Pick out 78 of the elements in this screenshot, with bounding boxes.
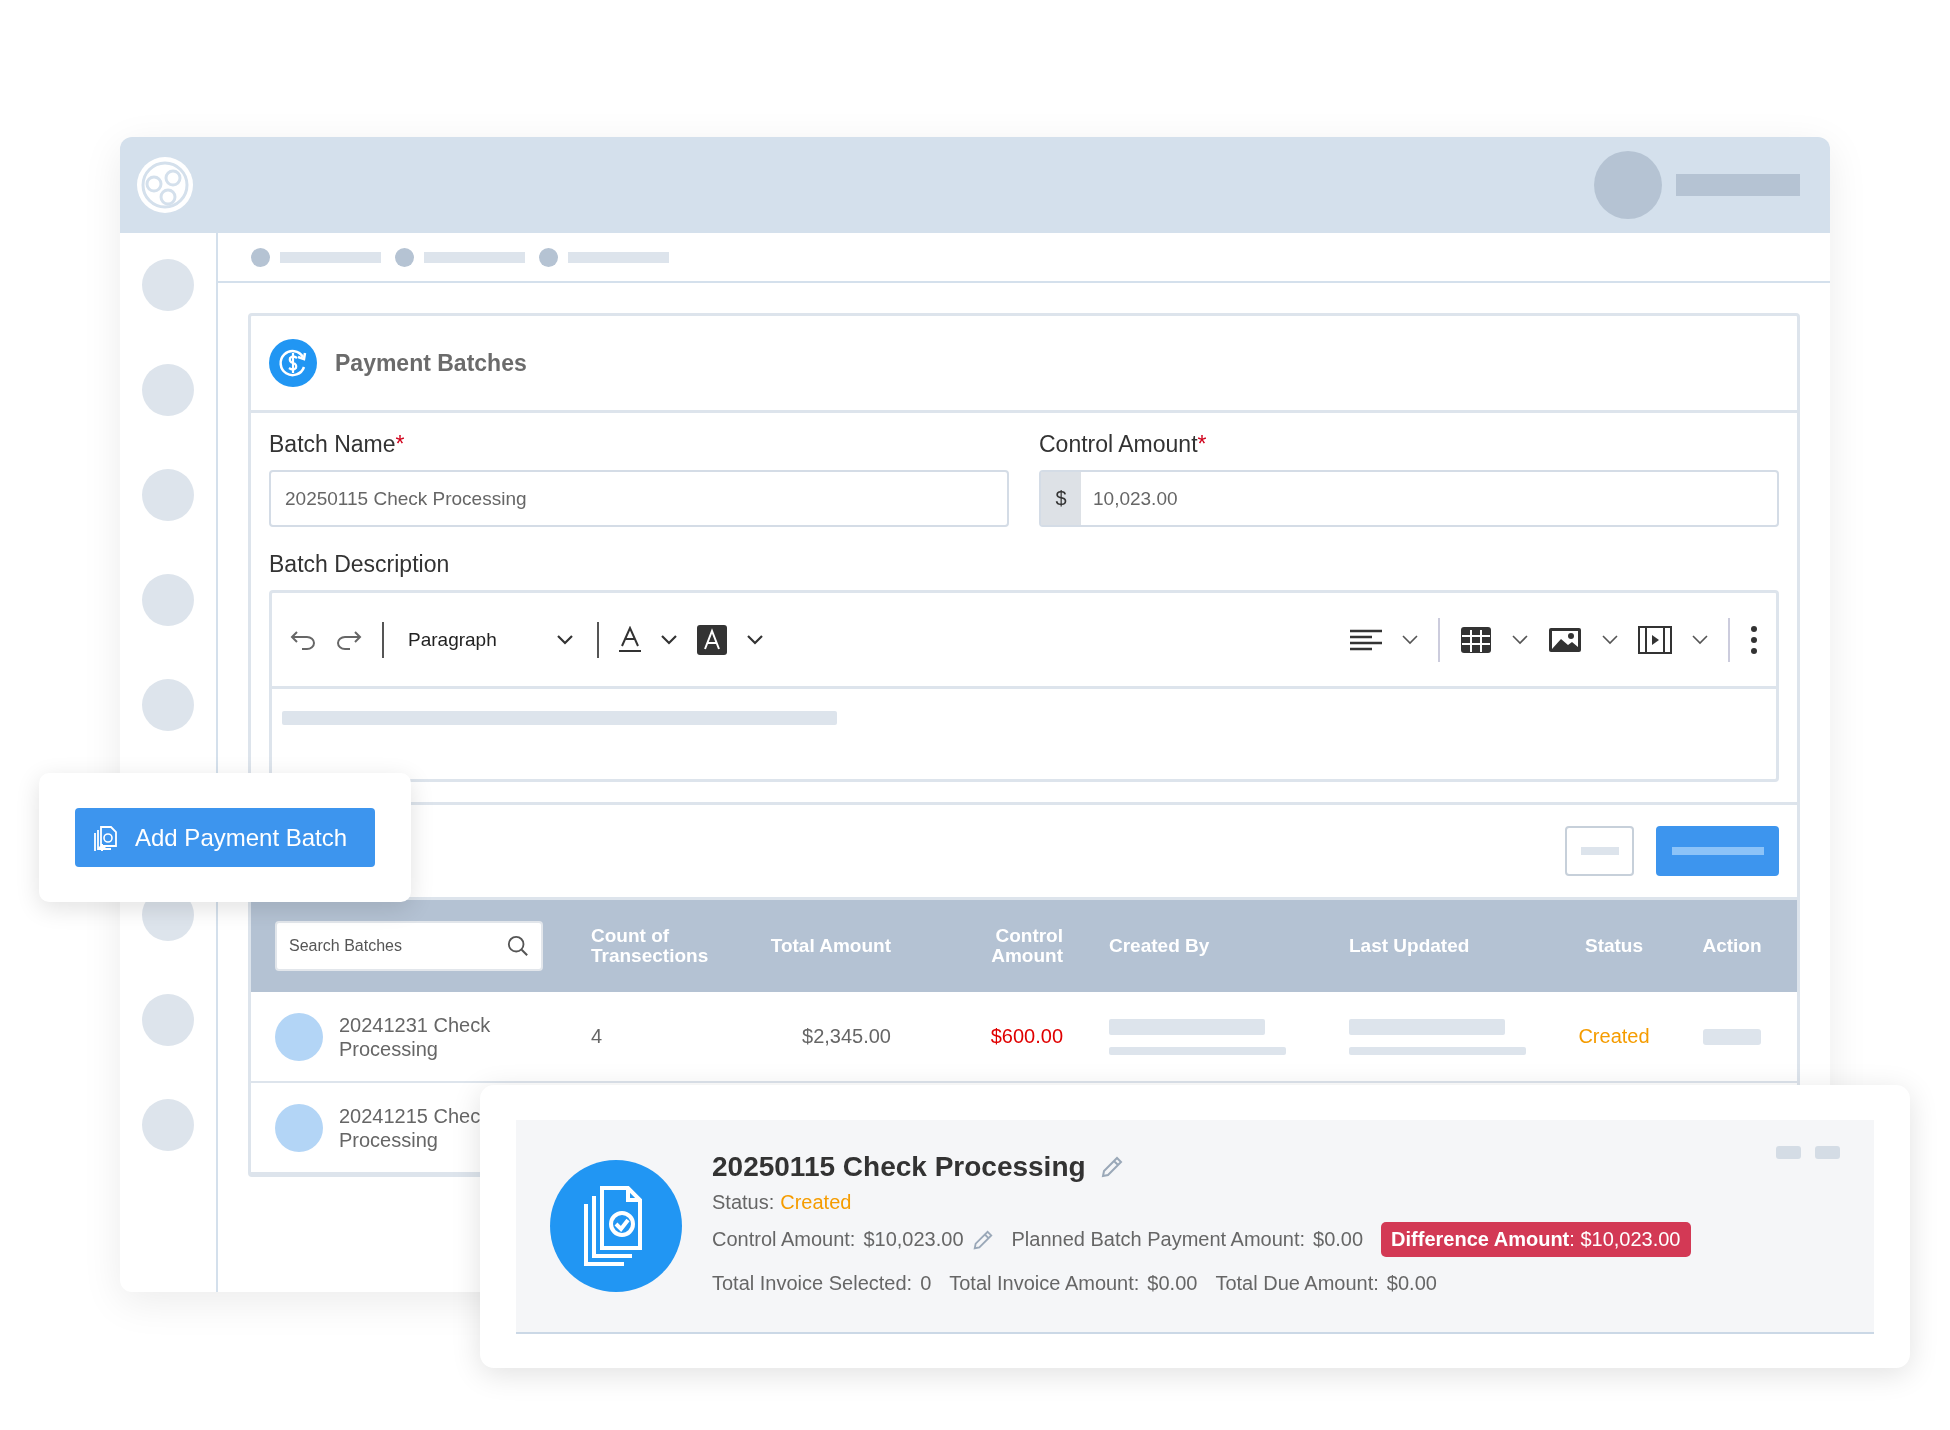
required-mark: * (1197, 431, 1207, 457)
page-title: Payment Batches (335, 349, 527, 377)
field-value: 0 (920, 1272, 932, 1295)
sidebar-item[interactable] (142, 574, 194, 626)
secondary-button[interactable] (1565, 826, 1634, 876)
chevron-down-icon[interactable] (746, 634, 763, 645)
field-label: Planned Batch Payment Amount: (1011, 1228, 1306, 1251)
column-header: Status (1584, 935, 1644, 957)
primary-button[interactable] (1656, 826, 1779, 876)
column-header: Control Amount (990, 926, 1063, 966)
field-label: Control Amount (1039, 431, 1198, 457)
highlight-color-icon[interactable] (696, 624, 727, 655)
chevron-down-icon[interactable] (1402, 634, 1418, 645)
sidebar-item[interactable] (142, 994, 194, 1046)
status-text: Created (780, 1190, 852, 1214)
pencil-icon[interactable] (971, 1228, 994, 1251)
undo-icon[interactable] (290, 629, 316, 650)
breadcrumb-dot (395, 247, 414, 267)
video-icon[interactable] (1638, 625, 1672, 654)
field-value: : $10,023.00 (1569, 1228, 1681, 1250)
required-mark: * (395, 431, 405, 457)
chevron-down-icon[interactable] (1602, 634, 1618, 645)
logo-icon (135, 155, 195, 215)
field-label: Difference Amount (1391, 1228, 1570, 1250)
field-label: Total Invoice Amount: (949, 1272, 1140, 1295)
image-icon[interactable] (1548, 626, 1582, 653)
breadcrumb-placeholder[interactable] (568, 251, 669, 263)
sidebar-item[interactable] (142, 364, 194, 416)
font-color-icon[interactable] (618, 625, 641, 654)
column-header: Created By (1109, 935, 1210, 957)
column-header: Total Amount (770, 935, 891, 957)
align-left-icon[interactable] (1350, 628, 1382, 651)
chevron-down-icon (556, 634, 573, 645)
batch-name[interactable]: 20241231 Check Processing (339, 1012, 509, 1061)
avatar-circle (275, 1012, 323, 1061)
table-cell-text: $600.00 (989, 1025, 1063, 1048)
search-icon (507, 935, 529, 957)
field-value: $10,023.00 (863, 1228, 964, 1251)
table-cell: $2,345.00 (802, 1025, 891, 1047)
field-label: Control Amount: (712, 1228, 856, 1251)
field-value: $0.00 (1313, 1228, 1364, 1251)
avatar-circle (275, 1103, 323, 1152)
column-header: Last Updated (1349, 935, 1470, 957)
column-header: Action (1702, 936, 1762, 956)
sidebar-item[interactable] (142, 679, 194, 731)
more-icon[interactable] (1750, 624, 1758, 655)
column-header: Count of Transections (591, 925, 709, 966)
sidebar-item[interactable] (142, 469, 194, 521)
batch-name-field[interactable]: 20250115 Check Processing (269, 470, 1009, 527)
breadcrumb-dot (251, 247, 270, 267)
sidebar-item[interactable] (142, 1099, 194, 1151)
redo-icon[interactable] (336, 629, 362, 650)
paragraph-dropdown[interactable]: Paragraph (404, 628, 577, 651)
action-placeholder[interactable] (1703, 1028, 1761, 1045)
breadcrumb-dot (539, 247, 558, 267)
field-label: Status: (712, 1190, 775, 1214)
field-label: Total Due Amount: (1215, 1272, 1379, 1295)
documents-check-icon (550, 1160, 682, 1292)
field-label: Batch Name (269, 431, 396, 457)
chevron-down-icon[interactable] (1512, 634, 1528, 645)
breadcrumb-placeholder[interactable] (424, 251, 525, 263)
table-cell: 4 (591, 1025, 603, 1047)
field-label: Batch Description (269, 551, 450, 577)
sidebar-item[interactable] (142, 259, 194, 311)
field-value: $0.00 (1147, 1272, 1198, 1295)
batch-title: 20250115 Check Processing (712, 1150, 1086, 1183)
dollar-refresh-icon (269, 339, 317, 387)
pencil-icon[interactable] (1099, 1154, 1124, 1179)
add-payment-batch-button[interactable]: Add Payment Batch (75, 808, 375, 867)
add-document-icon (93, 823, 119, 852)
search-field[interactable]: Search Batches (275, 921, 543, 971)
table-icon[interactable] (1460, 625, 1492, 654)
status-text: Created (1578, 1025, 1650, 1047)
breadcrumb-placeholder[interactable] (280, 251, 381, 263)
field-value: $0.00 (1386, 1272, 1437, 1295)
chevron-down-icon[interactable] (660, 634, 677, 645)
field-label: Total Invoice Selected: (712, 1272, 913, 1295)
chevron-down-icon[interactable] (1692, 634, 1708, 645)
